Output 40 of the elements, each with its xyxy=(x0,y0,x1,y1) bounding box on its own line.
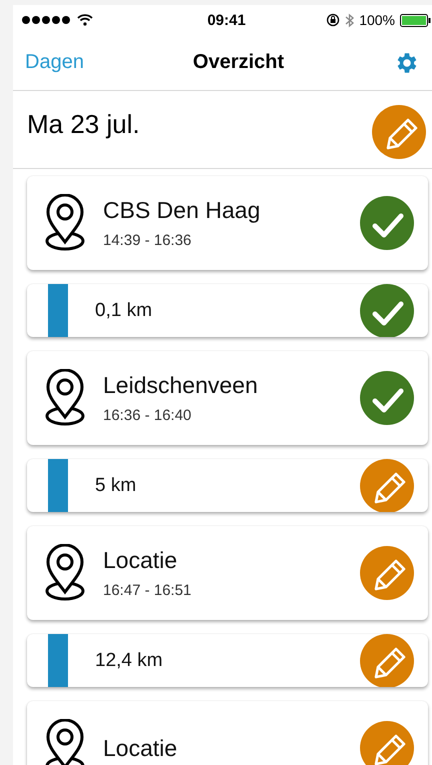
trip-distance: 12,4 km xyxy=(95,650,164,672)
done-button[interactable] xyxy=(360,371,414,425)
signal-icon xyxy=(21,15,73,25)
clock-time: 09:41 xyxy=(207,12,246,28)
day-date: Ma 23 jul. xyxy=(27,109,140,140)
trip-bar xyxy=(48,284,68,337)
stop-card[interactable]: Leidschenveen 16:36 - 16:40 xyxy=(27,351,428,445)
trip-bar xyxy=(48,459,68,512)
edit-button[interactable] xyxy=(360,459,414,512)
trip-card[interactable]: 12,4 km xyxy=(27,634,428,687)
stop-name: Leidschenveen xyxy=(103,372,259,399)
trip-distance: 5 km xyxy=(95,474,138,496)
stop-time: 16:47 - 16:51 xyxy=(103,582,192,599)
map-pin-icon xyxy=(44,369,86,427)
rotation-lock-icon xyxy=(326,13,340,27)
edit-button[interactable] xyxy=(372,105,426,159)
trip-card[interactable]: 5 km xyxy=(27,459,428,512)
map-pin-icon xyxy=(44,719,86,765)
stop-card[interactable]: CBS Den Haag 14:39 - 16:36 xyxy=(27,176,428,270)
edit-button[interactable] xyxy=(360,634,414,687)
stop-name: CBS Den Haag xyxy=(103,197,262,224)
edit-button[interactable] xyxy=(360,546,414,600)
stop-card[interactable]: Locatie xyxy=(27,701,428,765)
trip-bar xyxy=(48,634,68,687)
done-button[interactable] xyxy=(360,284,414,337)
battery-percentage: 100% xyxy=(359,12,395,28)
trip-distance: 0,1 km xyxy=(95,300,154,322)
stop-name: Locatie xyxy=(103,547,178,574)
trip-card[interactable]: 0,1 km xyxy=(27,284,428,337)
done-button[interactable] xyxy=(360,196,414,250)
bluetooth-icon xyxy=(345,12,354,28)
stop-time: 16:36 - 16:40 xyxy=(103,407,192,424)
page-title: Overzicht xyxy=(192,51,284,74)
wifi-icon xyxy=(77,14,93,26)
stop-time: 14:39 - 16:36 xyxy=(103,232,192,249)
stop-name: Locatie xyxy=(103,734,178,762)
map-pin-icon xyxy=(44,194,86,252)
edit-button[interactable] xyxy=(360,721,414,765)
map-pin-icon xyxy=(44,544,86,602)
stop-card[interactable]: Locatie 16:47 - 16:51 xyxy=(27,526,428,620)
